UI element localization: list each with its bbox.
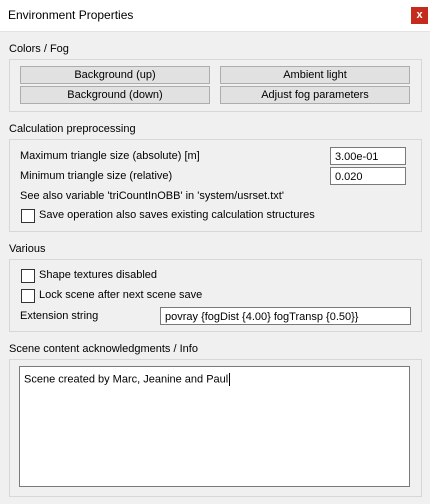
see-also-text: See also variable 'triCountInOBB' in 'sy… [20, 190, 284, 202]
lock-scene-label[interactable]: Lock scene after next scene save [39, 289, 202, 301]
max-triangle-field[interactable]: 3.00e-01 [330, 147, 406, 165]
shape-textures-label[interactable]: Shape textures disabled [39, 269, 157, 281]
info-section-label: Scene content acknowledgments / Info [9, 343, 198, 355]
lock-scene-checkbox[interactable] [21, 289, 35, 303]
info-textarea[interactable]: Scene created by Marc, Jeanine and Paul [19, 366, 410, 487]
close-icon: x [416, 9, 423, 21]
title-bar: Environment Properties x [0, 0, 430, 32]
window-title: Environment Properties [8, 8, 134, 22]
various-panel: Shape textures disabled Lock scene after… [9, 259, 422, 332]
background-down-button[interactable]: Background (down) [20, 86, 210, 104]
save-operation-label[interactable]: Save operation also saves existing calcu… [39, 209, 315, 221]
save-operation-checkbox[interactable] [21, 209, 35, 223]
colors-fog-section-label: Colors / Fog [9, 43, 69, 55]
environment-properties-window: Environment Properties x Colors / Fog Ba… [0, 0, 430, 504]
close-button[interactable]: x [411, 7, 428, 24]
max-triangle-label: Maximum triangle size (absolute) [m] [20, 150, 200, 162]
min-triangle-field[interactable]: 0.020 [330, 167, 406, 185]
colors-fog-panel: Background (up) Ambient light Background… [9, 59, 422, 112]
extension-string-field[interactable]: povray {fogDist {4.00} fogTransp {0.50}} [160, 307, 411, 325]
adjust-fog-button[interactable]: Adjust fog parameters [220, 86, 410, 104]
ambient-light-button[interactable]: Ambient light [220, 66, 410, 84]
info-text: Scene created by Marc, Jeanine and Paul [24, 373, 229, 386]
info-text-line: Scene created by Marc, Jeanine and Paul [24, 373, 231, 386]
shape-textures-checkbox[interactable] [21, 269, 35, 283]
min-triangle-label: Minimum triangle size (relative) [20, 170, 173, 182]
background-up-button[interactable]: Background (up) [20, 66, 210, 84]
calc-section-label: Calculation preprocessing [9, 123, 136, 135]
text-caret [229, 373, 231, 386]
various-section-label: Various [9, 243, 46, 255]
extension-string-label: Extension string [20, 310, 99, 322]
calc-panel: Maximum triangle size (absolute) [m] 3.0… [9, 139, 422, 232]
